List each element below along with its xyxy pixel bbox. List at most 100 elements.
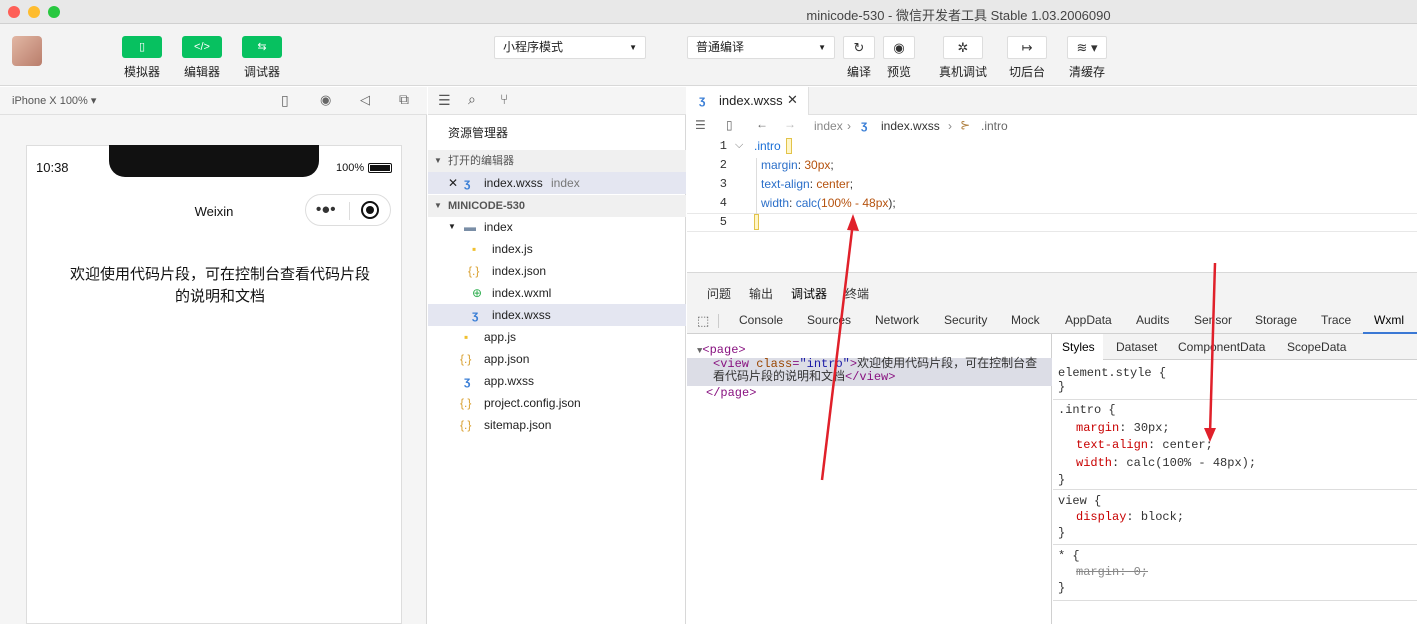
file-item-selected[interactable]: ʒ index.wxss bbox=[428, 304, 686, 326]
devtools-tab[interactable]: Network bbox=[875, 310, 919, 334]
panel-tab[interactable]: 问题 bbox=[707, 285, 731, 302]
branch-icon[interactable]: ⑂ bbox=[500, 91, 508, 107]
file-item[interactable]: ▪ app.js bbox=[428, 326, 686, 348]
close-mini-icon[interactable] bbox=[361, 201, 379, 219]
back-icon[interactable]: ← bbox=[756, 117, 768, 131]
avatar[interactable] bbox=[12, 36, 42, 66]
file-item[interactable]: ▪ index.js bbox=[428, 238, 686, 260]
devtools-tab[interactable]: Mock bbox=[1011, 310, 1040, 334]
json-file-icon: {.} bbox=[468, 264, 480, 278]
caret-down-icon: ▼ bbox=[629, 43, 637, 52]
remote-debug-button[interactable]: ✲ bbox=[943, 36, 983, 59]
file-name: app.wxss bbox=[484, 374, 535, 388]
devtools-tab[interactable]: Console bbox=[739, 310, 783, 334]
open-editors-section[interactable]: ▼ 打开的编辑器 bbox=[428, 150, 686, 172]
js-file-icon: ▪ bbox=[464, 330, 469, 344]
window-title: minicode-530 - 微信开发者工具 Stable 1.03.20060… bbox=[806, 8, 1111, 23]
json-file-icon: {.} bbox=[460, 418, 472, 432]
bug-icon: ✲ bbox=[957, 40, 969, 55]
project-section[interactable]: ▼ MINICODE-530 bbox=[428, 195, 686, 217]
devtools-tab[interactable]: Sensor bbox=[1194, 310, 1232, 334]
editor-tab[interactable]: ʒ index.wxss ✕ bbox=[687, 87, 809, 115]
open-editor-item[interactable]: ✕ ʒ index.wxss index bbox=[428, 172, 686, 194]
fold-icon[interactable]: ⌵ bbox=[735, 139, 743, 152]
css-file-icon: ʒ bbox=[699, 93, 706, 107]
forward-icon[interactable]: → bbox=[784, 117, 796, 131]
search-icon[interactable]: ⌕ bbox=[468, 91, 476, 108]
file-item[interactable]: {.} app.json bbox=[428, 348, 686, 370]
list-icon[interactable]: ☰ bbox=[438, 92, 451, 109]
file-item[interactable]: ⊕ index.wxml bbox=[428, 282, 686, 304]
panel-tab[interactable]: 输出 bbox=[749, 285, 773, 302]
clear-cache-button[interactable]: ≋ ▾ bbox=[1067, 36, 1107, 59]
page-node[interactable]: ▼<page> bbox=[697, 343, 746, 357]
file-name: index.js bbox=[492, 242, 533, 256]
folder-index[interactable]: ▼ ▬ index bbox=[428, 216, 686, 238]
caret-down-icon: ▼ bbox=[434, 201, 442, 210]
phone-icon[interactable]: ▯ bbox=[281, 92, 289, 109]
devtools-tab[interactable]: Security bbox=[944, 310, 987, 334]
css-file-icon: ʒ bbox=[464, 374, 471, 388]
close-tab-icon[interactable]: ✕ bbox=[787, 92, 798, 108]
debugger-button[interactable]: ⇆ bbox=[242, 36, 282, 58]
line-number: 2 bbox=[719, 158, 727, 172]
speaker-icon[interactable]: ◁ bbox=[360, 92, 370, 108]
line-number: 4 bbox=[719, 196, 727, 210]
clear-cache-label: 清缓存 bbox=[1068, 65, 1105, 79]
device-select[interactable]: iPhone X 100% ▾ bbox=[12, 94, 96, 107]
devtools-tab[interactable]: Storage bbox=[1255, 310, 1297, 334]
devtools-tab[interactable]: Sources bbox=[807, 310, 851, 334]
file-item[interactable]: {.} project.config.json bbox=[428, 392, 686, 414]
style-rule-view[interactable]: view { display: block; } bbox=[1053, 491, 1417, 545]
devtools-tab[interactable]: AppData bbox=[1065, 310, 1112, 334]
compile-button[interactable]: ↻ bbox=[843, 36, 875, 59]
simulator-header: iPhone X 100% ▾ ▯ ◉ ◁ ⧉ bbox=[0, 87, 427, 115]
file-item[interactable]: {.} sitemap.json bbox=[428, 414, 686, 436]
refresh-icon: ↻ bbox=[853, 40, 865, 55]
simulator-button[interactable]: ▯ bbox=[122, 36, 162, 58]
background-label: 切后台 bbox=[1008, 65, 1045, 79]
breadcrumb-item[interactable]: .intro bbox=[981, 119, 1008, 133]
view-node[interactable]: <view class="intro">欢迎使用代码片段，可在控制台查 看代码片… bbox=[713, 358, 1037, 384]
debugger-label: 调试器 bbox=[243, 65, 280, 79]
js-file-icon: ▪ bbox=[472, 242, 477, 256]
window-icon[interactable]: ⧉ bbox=[399, 91, 409, 108]
devtools-tab[interactable]: Trace bbox=[1321, 310, 1351, 334]
breadcrumb-item[interactable]: index bbox=[814, 119, 843, 133]
devtools-tab-active[interactable]: Wxml bbox=[1363, 310, 1417, 334]
list-icon[interactable]: ☰ bbox=[695, 118, 706, 132]
breadcrumb-item[interactable]: index.wxss bbox=[881, 119, 940, 133]
styles-tab-active[interactable]: Styles bbox=[1062, 340, 1095, 354]
line-number: 1 bbox=[719, 139, 727, 153]
mode-select[interactable]: 小程序模式 ▼ bbox=[494, 36, 646, 59]
panel-tab-active[interactable]: 调试器 bbox=[791, 285, 827, 302]
preview-button[interactable]: ◉ bbox=[883, 36, 915, 59]
styles-tab[interactable]: ComponentData bbox=[1178, 340, 1265, 354]
styles-tab[interactable]: ScopeData bbox=[1287, 340, 1346, 354]
background-button[interactable]: ↦ bbox=[1007, 36, 1047, 59]
inspect-icon[interactable]: ⬚ bbox=[697, 313, 709, 329]
file-item[interactable]: {.} index.json bbox=[428, 260, 686, 282]
more-icon[interactable]: •●• bbox=[316, 201, 336, 218]
code-selector: .intro bbox=[754, 139, 781, 153]
bookmark-icon[interactable]: ▯ bbox=[726, 118, 733, 132]
bracket-match bbox=[786, 138, 792, 154]
style-rule-intro[interactable]: .intro { margin: 30px; text-align: cente… bbox=[1053, 400, 1417, 490]
style-rule-star[interactable]: * { margin: 0; } bbox=[1053, 546, 1417, 601]
record-icon[interactable]: ◉ bbox=[320, 92, 331, 108]
styles-tab[interactable]: Dataset bbox=[1116, 340, 1157, 354]
style-rule-element[interactable]: element.style {} bbox=[1053, 364, 1417, 400]
editor-button[interactable]: </> bbox=[182, 36, 222, 58]
compile-label: 编译 bbox=[846, 65, 871, 79]
file-name: index.wxss bbox=[492, 308, 551, 322]
capsule-menu[interactable]: •●• bbox=[305, 194, 391, 226]
panel-tab[interactable]: 终端 bbox=[845, 285, 869, 302]
file-item[interactable]: ʒ app.wxss bbox=[428, 370, 686, 392]
indent-guide bbox=[756, 158, 757, 215]
compile-select-value: 普通编译 bbox=[696, 40, 745, 54]
devtools-tab[interactable]: Audits bbox=[1136, 310, 1169, 334]
close-icon[interactable]: ✕ bbox=[448, 172, 458, 194]
exit-icon: ↦ bbox=[1021, 40, 1033, 55]
current-line-highlight bbox=[687, 213, 1417, 232]
compile-select[interactable]: 普通编译 ▼ bbox=[687, 36, 835, 59]
